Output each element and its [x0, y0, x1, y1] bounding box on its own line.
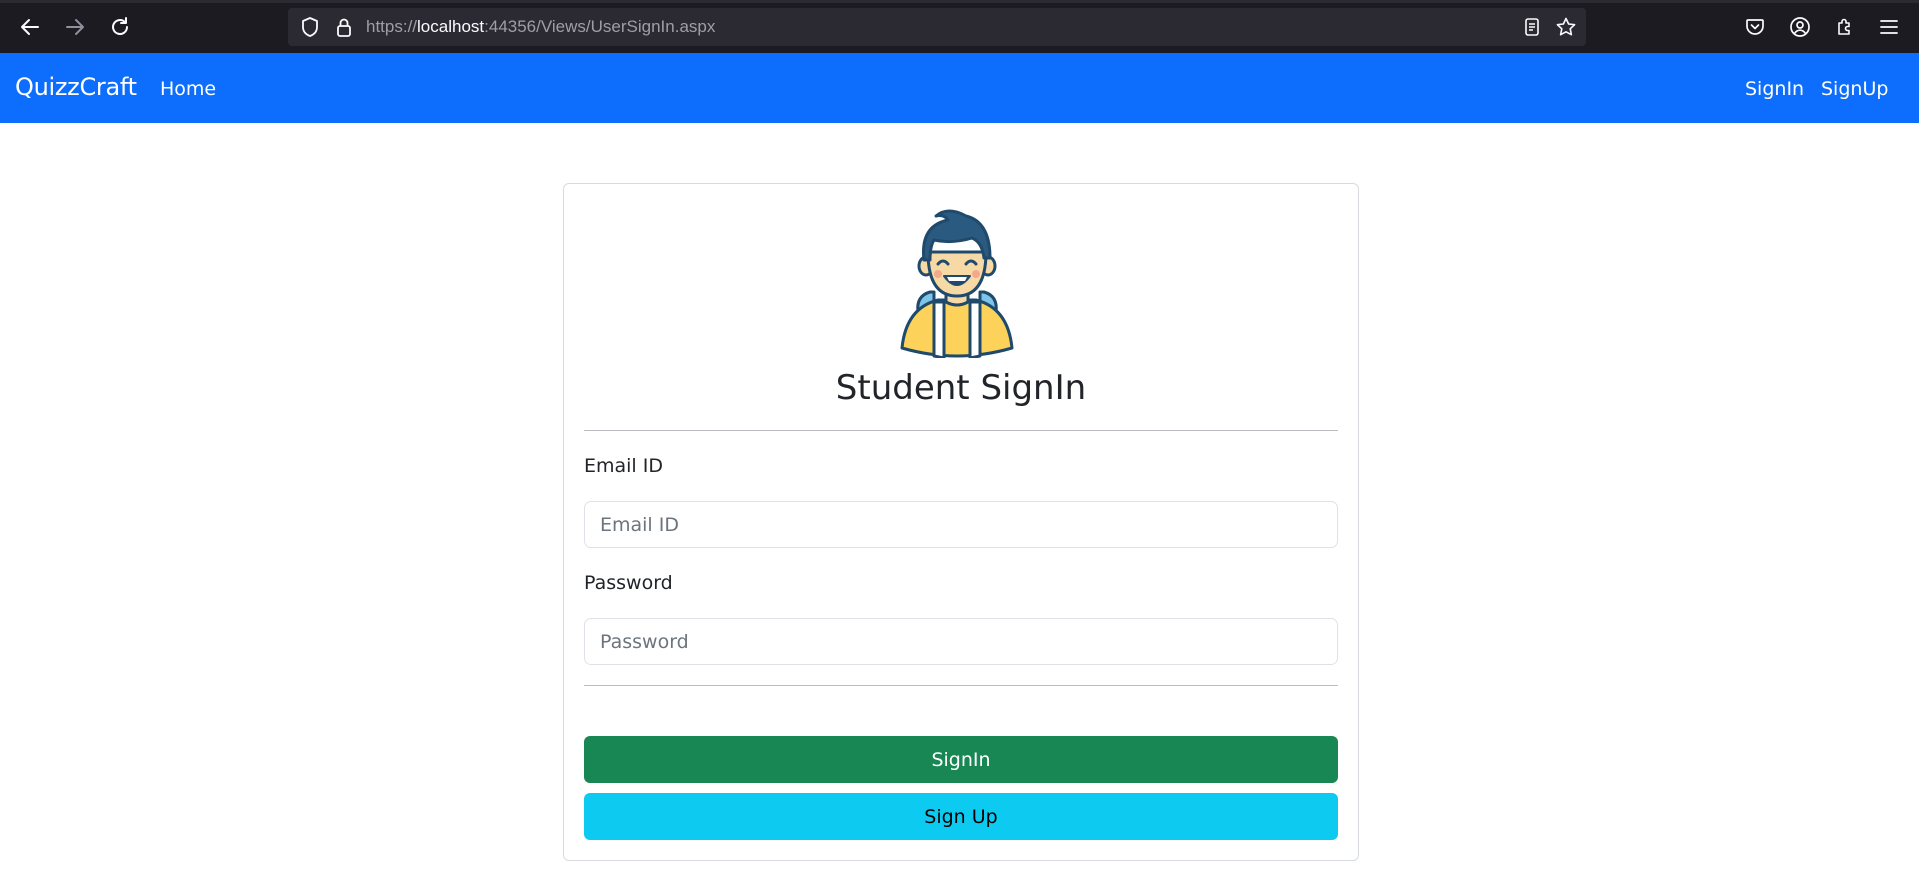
lock-icon[interactable] — [334, 17, 354, 37]
shield-icon[interactable] — [300, 17, 320, 37]
tab-strip-edge — [0, 0, 1919, 3]
nav-signup-link[interactable]: SignUp — [1821, 78, 1888, 100]
signup-button[interactable]: Sign Up — [584, 793, 1338, 840]
brand-logo-text[interactable]: QuizzCraft — [15, 73, 137, 101]
extensions-icon[interactable] — [1831, 13, 1859, 41]
email-field[interactable] — [584, 501, 1338, 548]
reader-view-icon[interactable] — [1522, 17, 1542, 37]
divider — [584, 430, 1338, 431]
forward-icon[interactable] — [61, 13, 89, 41]
pocket-icon[interactable] — [1741, 13, 1769, 41]
account-icon[interactable] — [1786, 13, 1814, 41]
bookmark-star-icon[interactable] — [1556, 17, 1576, 37]
signin-button[interactable]: SignIn — [584, 736, 1338, 783]
browser-toolbar: https://localhost:44356/Views/UserSignIn… — [0, 0, 1919, 53]
menu-icon[interactable] — [1875, 13, 1903, 41]
nav-home-link[interactable]: Home — [160, 78, 216, 100]
nav-signin-link[interactable]: SignIn — [1745, 78, 1804, 100]
app-navbar: QuizzCraft Home SignIn SignUp — [0, 53, 1919, 123]
url-text[interactable]: https://localhost:44356/Views/UserSignIn… — [366, 17, 715, 37]
password-label: Password — [584, 572, 673, 594]
back-icon[interactable] — [16, 13, 44, 41]
page-title: Student SignIn — [835, 368, 1087, 408]
address-bar[interactable]: https://localhost:44356/Views/UserSignIn… — [288, 8, 1586, 46]
reload-icon[interactable] — [106, 13, 134, 41]
student-avatar-image — [900, 209, 1014, 358]
email-label: Email ID — [584, 455, 663, 477]
signin-card: Student SignIn Email ID Password SignIn … — [563, 183, 1359, 861]
password-field[interactable] — [584, 618, 1338, 665]
divider — [584, 685, 1338, 686]
